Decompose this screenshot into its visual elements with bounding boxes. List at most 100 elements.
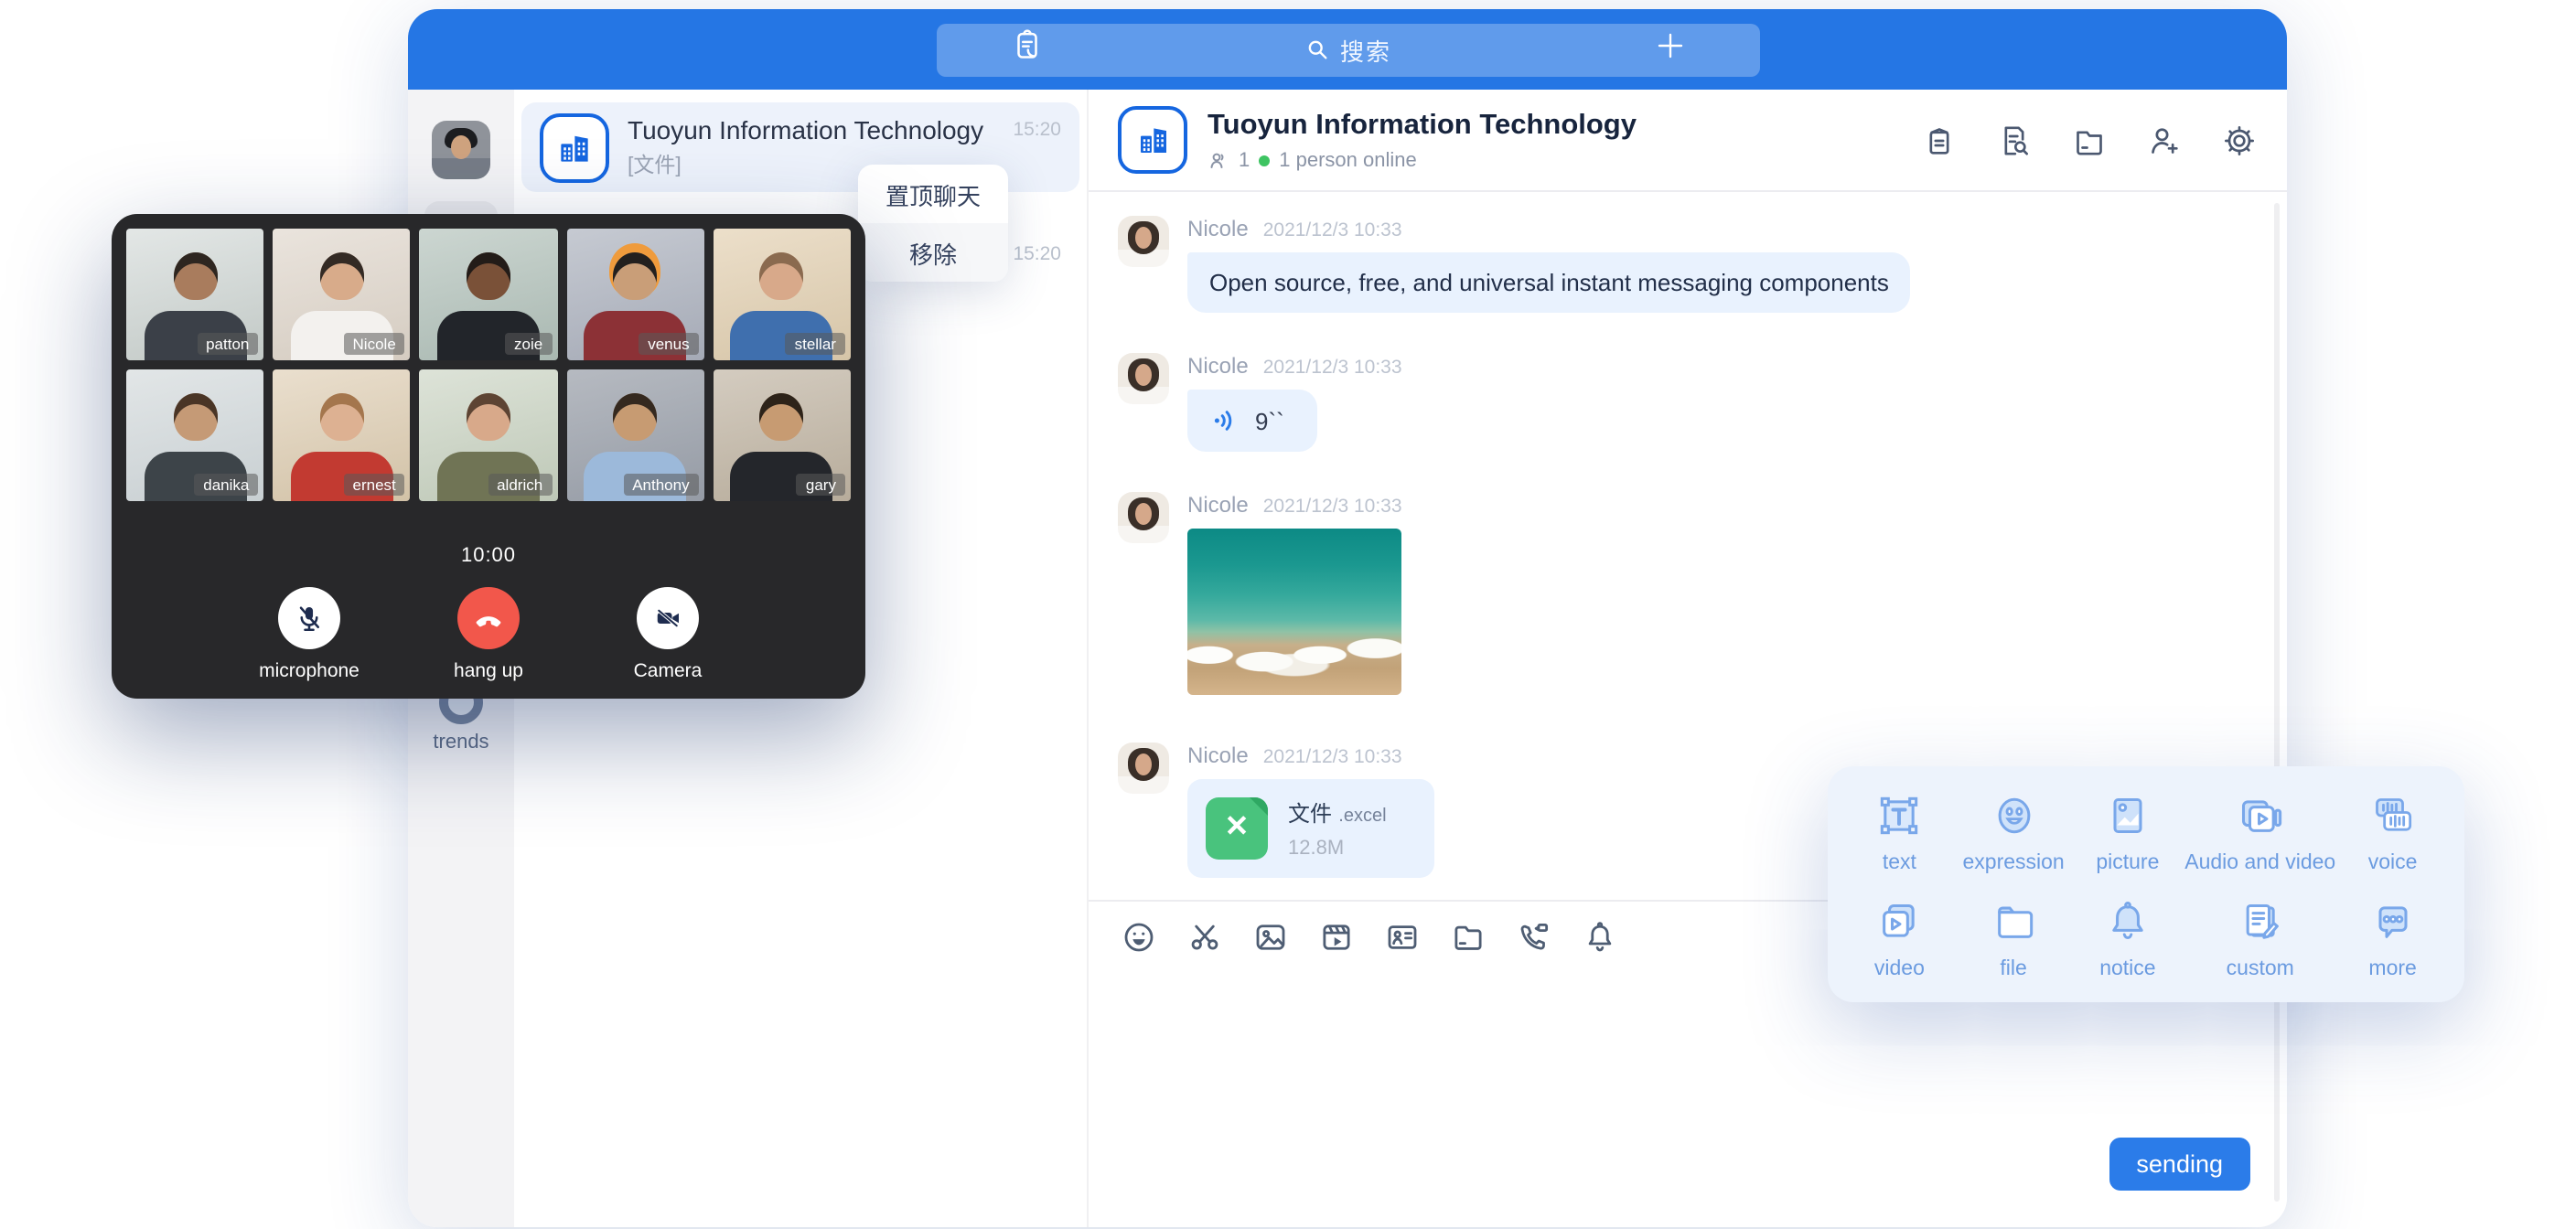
- camera-off-icon: [651, 602, 684, 635]
- sender-avatar[interactable]: [1118, 743, 1169, 794]
- building-icon: [554, 127, 595, 167]
- sender-name: Nicole: [1187, 492, 1249, 518]
- group-notice-icon[interactable]: [1921, 122, 1958, 158]
- voice-duration: 9``: [1255, 407, 1284, 434]
- message-time: 2021/12/3 10:33: [1263, 496, 1402, 518]
- participant-tile[interactable]: gary: [714, 369, 851, 501]
- participant-grid: patton Nicole zoie venus stellar danika …: [126, 229, 851, 501]
- voice-message-bubble[interactable]: 9``: [1187, 390, 1317, 452]
- message-time: 2021/12/3 10:33: [1263, 219, 1402, 241]
- add-member-icon[interactable]: [2146, 122, 2183, 158]
- microphone-button[interactable]: microphone: [249, 587, 370, 682]
- message-row: Nicole 2021/12/3 10:33 Open source, free…: [1118, 216, 2258, 313]
- panel-item-picture[interactable]: picture: [2071, 790, 2185, 881]
- user-avatar[interactable]: [432, 121, 490, 179]
- menu-item-remove[interactable]: 移除: [858, 223, 1008, 282]
- screenshot-scissors-icon[interactable]: [1186, 918, 1224, 956]
- participant-tile[interactable]: ernest: [273, 369, 410, 501]
- speaker-wave-icon: [1209, 404, 1242, 437]
- top-bar: 搜索: [408, 9, 2287, 90]
- image-icon[interactable]: [1251, 918, 1290, 956]
- send-button[interactable]: sending: [2109, 1138, 2250, 1191]
- sender-avatar[interactable]: [1118, 353, 1169, 404]
- notice-icon: [2102, 895, 2153, 946]
- online-status: 1 person online: [1279, 149, 1416, 171]
- sender-name: Nicole: [1187, 216, 1249, 241]
- message-row: Nicole 2021/12/3 10:33 9``: [1118, 353, 2258, 452]
- camera-button[interactable]: Camera: [607, 587, 728, 682]
- participant-tile[interactable]: danika: [126, 369, 263, 501]
- contact-card-icon[interactable]: [1383, 918, 1422, 956]
- hang-up-icon: [470, 600, 507, 636]
- participant-name: aldrich: [488, 473, 552, 496]
- image-message-beach[interactable]: [1187, 529, 1401, 695]
- message-input[interactable]: sending: [1089, 973, 2287, 1227]
- chat-title: Tuoyun Information Technology: [1208, 109, 1637, 142]
- file-extension: .excel: [1338, 807, 1386, 827]
- search-placeholder: 搜索: [1340, 32, 1391, 67]
- file-name: 文件: [1288, 801, 1332, 827]
- trends-label: trends: [408, 732, 514, 753]
- participant-name: venus: [639, 332, 698, 355]
- menu-item-pin-chat[interactable]: 置顶聊天: [858, 165, 1008, 223]
- group-avatar: [540, 112, 609, 182]
- sender-avatar[interactable]: [1118, 216, 1169, 267]
- panel-item-custom[interactable]: custom: [2184, 895, 2335, 986]
- chat-scrollbar[interactable]: [2274, 203, 2280, 1202]
- camera-label: Camera: [607, 660, 728, 682]
- group-file-icon[interactable]: [2071, 122, 2108, 158]
- sender-name: Nicole: [1187, 353, 1249, 379]
- mic-off-icon: [293, 602, 326, 635]
- panel-item-voice[interactable]: voice: [2335, 790, 2450, 881]
- participant-tile[interactable]: venus: [566, 229, 703, 360]
- settings-gear-icon[interactable]: [2221, 122, 2258, 158]
- microphone-label: microphone: [249, 660, 370, 682]
- excel-file-icon: ✕: [1206, 797, 1268, 860]
- search-bar[interactable]: 搜索: [936, 23, 1759, 76]
- participant-name: zoie: [505, 332, 552, 355]
- participant-name: ernest: [344, 473, 405, 496]
- video-icon: [1873, 895, 1925, 946]
- expression-icon: [1988, 790, 2039, 841]
- participant-tile[interactable]: Nicole: [273, 229, 410, 360]
- chat-panel: Tuoyun Information Technology 1 1 person…: [1089, 90, 2287, 1227]
- emoji-icon[interactable]: [1120, 918, 1158, 956]
- video-call-icon[interactable]: [1515, 918, 1553, 956]
- add-icon[interactable]: [1653, 28, 1686, 70]
- chat-header: Tuoyun Information Technology 1 1 person…: [1089, 90, 2287, 192]
- participant-tile[interactable]: zoie: [420, 229, 557, 360]
- hang-up-button[interactable]: hang up: [428, 587, 549, 682]
- call-log-icon[interactable]: [1009, 27, 1044, 71]
- participant-tile[interactable]: patton: [126, 229, 263, 360]
- text-icon: [1873, 790, 1925, 841]
- participant-tile[interactable]: aldrich: [420, 369, 557, 501]
- context-menu: 置顶聊天 移除: [858, 165, 1008, 282]
- panel-item-video[interactable]: video: [1842, 895, 1957, 986]
- audio-video-icon: [2235, 790, 2286, 841]
- panel-item-file[interactable]: file: [1957, 895, 2071, 986]
- video-clapper-icon[interactable]: [1317, 918, 1356, 956]
- message-time: 2021/12/3 10:33: [1263, 357, 1402, 379]
- participant-tile[interactable]: Anthony: [566, 369, 703, 501]
- file-message-bubble[interactable]: ✕ 文件 .excel 12.8M: [1187, 779, 1434, 878]
- participant-name: Nicole: [344, 332, 405, 355]
- panel-item-expression[interactable]: expression: [1957, 790, 2071, 881]
- file-icon: [1988, 895, 2039, 946]
- panel-item-audio-video[interactable]: Audio and video: [2184, 790, 2335, 881]
- panel-item-text[interactable]: text: [1842, 790, 1957, 881]
- notice-bell-icon[interactable]: [1581, 918, 1619, 956]
- sender-avatar[interactable]: [1118, 492, 1169, 543]
- participant-name: patton: [197, 332, 258, 355]
- members-icon: [1208, 149, 1229, 171]
- text-message-bubble[interactable]: Open source, free, and universal instant…: [1187, 252, 1911, 313]
- sender-name: Nicole: [1187, 743, 1249, 768]
- file-folder-icon[interactable]: [1449, 918, 1487, 956]
- search-input[interactable]: 搜索: [1044, 32, 1653, 67]
- conversation-time: 15:20: [1013, 119, 1061, 141]
- participant-tile[interactable]: stellar: [714, 229, 851, 360]
- panel-item-notice[interactable]: notice: [2071, 895, 2185, 986]
- message-time: 2021/12/3 10:33: [1263, 746, 1402, 768]
- participant-name: danika: [194, 473, 258, 496]
- panel-item-more[interactable]: more: [2335, 895, 2450, 986]
- message-search-icon[interactable]: [1996, 122, 2033, 158]
